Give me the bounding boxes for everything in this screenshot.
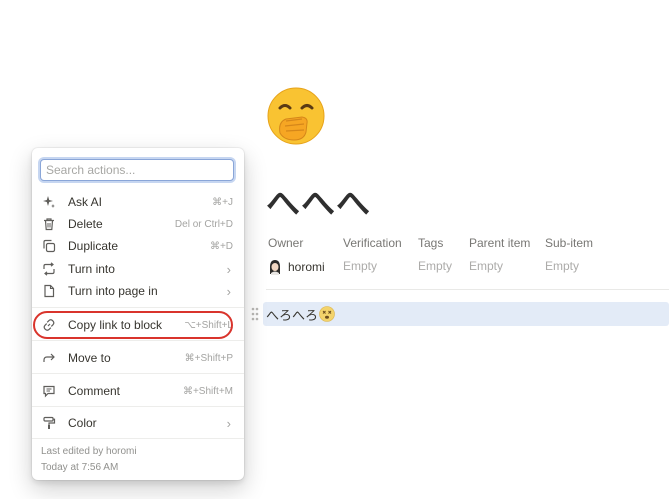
menu-item-label: Ask AI <box>68 195 103 209</box>
menu-divider <box>32 438 244 439</box>
comment-icon <box>42 384 56 398</box>
block-text: へろへろ <box>266 308 319 324</box>
property-label: Parent item <box>469 236 531 250</box>
dizzy-face-emoji-icon <box>319 306 335 322</box>
menu-item-label: Turn into <box>68 262 115 276</box>
property-value[interactable]: Empty <box>545 259 579 273</box>
search-actions-box[interactable] <box>40 159 234 181</box>
highlight-ring <box>33 311 233 339</box>
property-label: Verification <box>343 236 402 250</box>
menu-item-comment[interactable]: Comment ⌘+Shift+M <box>36 380 240 402</box>
shortcut-hint: Del or Ctrl+D <box>174 218 233 230</box>
selected-text-block[interactable]: へろへろ <box>263 302 669 326</box>
shortcut-hint: ⌘+D <box>209 240 233 252</box>
divider <box>266 289 669 290</box>
menu-item-ask-ai[interactable]: Ask AI ⌘+J <box>36 191 240 213</box>
menu-item-label: Duplicate <box>68 239 119 253</box>
avatar <box>268 259 282 275</box>
shortcut-hint: ⌘+Shift+P <box>184 352 233 364</box>
property-value[interactable]: Empty <box>418 259 452 273</box>
menu-item-duplicate[interactable]: Duplicate ⌘+D <box>36 235 240 257</box>
property-owner[interactable]: Owner horomi <box>268 236 325 275</box>
menu-item-delete[interactable]: Delete Del or Ctrl+D <box>36 213 240 235</box>
owner-name: horomi <box>288 260 325 274</box>
property-value[interactable]: Empty <box>343 259 377 273</box>
menu-item-turn-into[interactable]: Turn into › <box>36 258 240 280</box>
chevron-right-icon: › <box>226 283 231 299</box>
search-input[interactable] <box>41 163 233 177</box>
menu-item-label: Color <box>68 416 97 430</box>
property-tags[interactable]: Tags Empty <box>418 236 452 273</box>
shortcut-hint: ⌘+Shift+M <box>182 385 233 397</box>
menu-item-label: Delete <box>68 217 103 231</box>
property-label: Owner <box>268 236 304 250</box>
property-verification[interactable]: Verification Empty <box>343 236 402 273</box>
move-arrow-icon <box>42 351 56 365</box>
property-sub-item[interactable]: Sub-item Empty <box>545 236 594 273</box>
menu-item-label: Move to <box>68 351 111 365</box>
trash-icon <box>42 217 56 231</box>
menu-divider <box>32 406 244 407</box>
property-value[interactable]: Empty <box>469 259 503 273</box>
paint-roller-icon <box>42 416 56 430</box>
menu-divider <box>32 373 244 374</box>
property-parent-item[interactable]: Parent item Empty <box>469 236 531 273</box>
property-label: Sub-item <box>545 236 594 250</box>
last-edited-by: Last edited by horomi <box>41 446 137 457</box>
menu-divider <box>32 307 244 308</box>
page-emoji-icon[interactable] <box>266 86 326 146</box>
shortcut-hint: ⌘+J <box>212 196 233 208</box>
owner-value[interactable]: horomi <box>268 259 325 275</box>
menu-item-label: Turn into page in <box>68 284 158 298</box>
chevron-right-icon: › <box>226 261 231 277</box>
sparkle-icon <box>42 195 56 209</box>
turn-into-icon <box>42 262 56 276</box>
menu-item-label: Comment <box>68 384 121 398</box>
menu-divider <box>32 340 244 341</box>
page-icon <box>42 284 56 298</box>
menu-item-color[interactable]: Color › <box>36 412 240 434</box>
last-edited-time: Today at 7:56 AM <box>41 462 119 473</box>
menu-item-turn-into-page-in[interactable]: Turn into page in › <box>36 280 240 302</box>
property-label: Tags <box>418 236 444 250</box>
duplicate-icon <box>42 239 56 253</box>
chevron-right-icon: › <box>226 415 231 431</box>
page-title[interactable]: へへへ <box>266 176 371 225</box>
menu-item-move-to[interactable]: Move to ⌘+Shift+P <box>36 347 240 369</box>
drag-handle-icon[interactable] <box>250 306 260 322</box>
